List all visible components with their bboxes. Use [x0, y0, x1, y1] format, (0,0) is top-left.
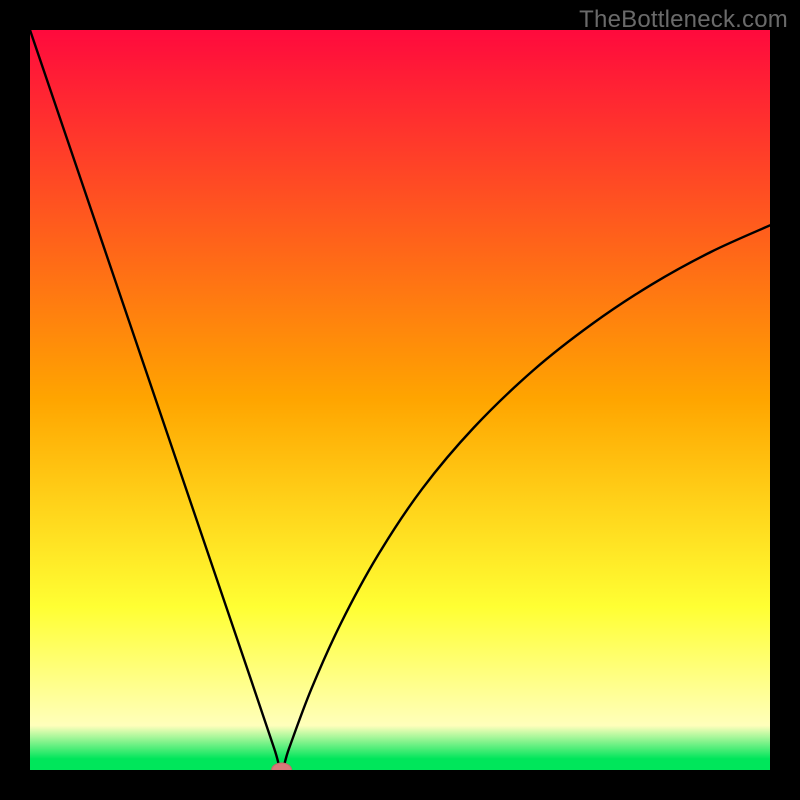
chart-background	[30, 30, 770, 770]
chart-frame: TheBottleneck.com	[0, 0, 800, 800]
bottleneck-chart	[30, 30, 770, 770]
